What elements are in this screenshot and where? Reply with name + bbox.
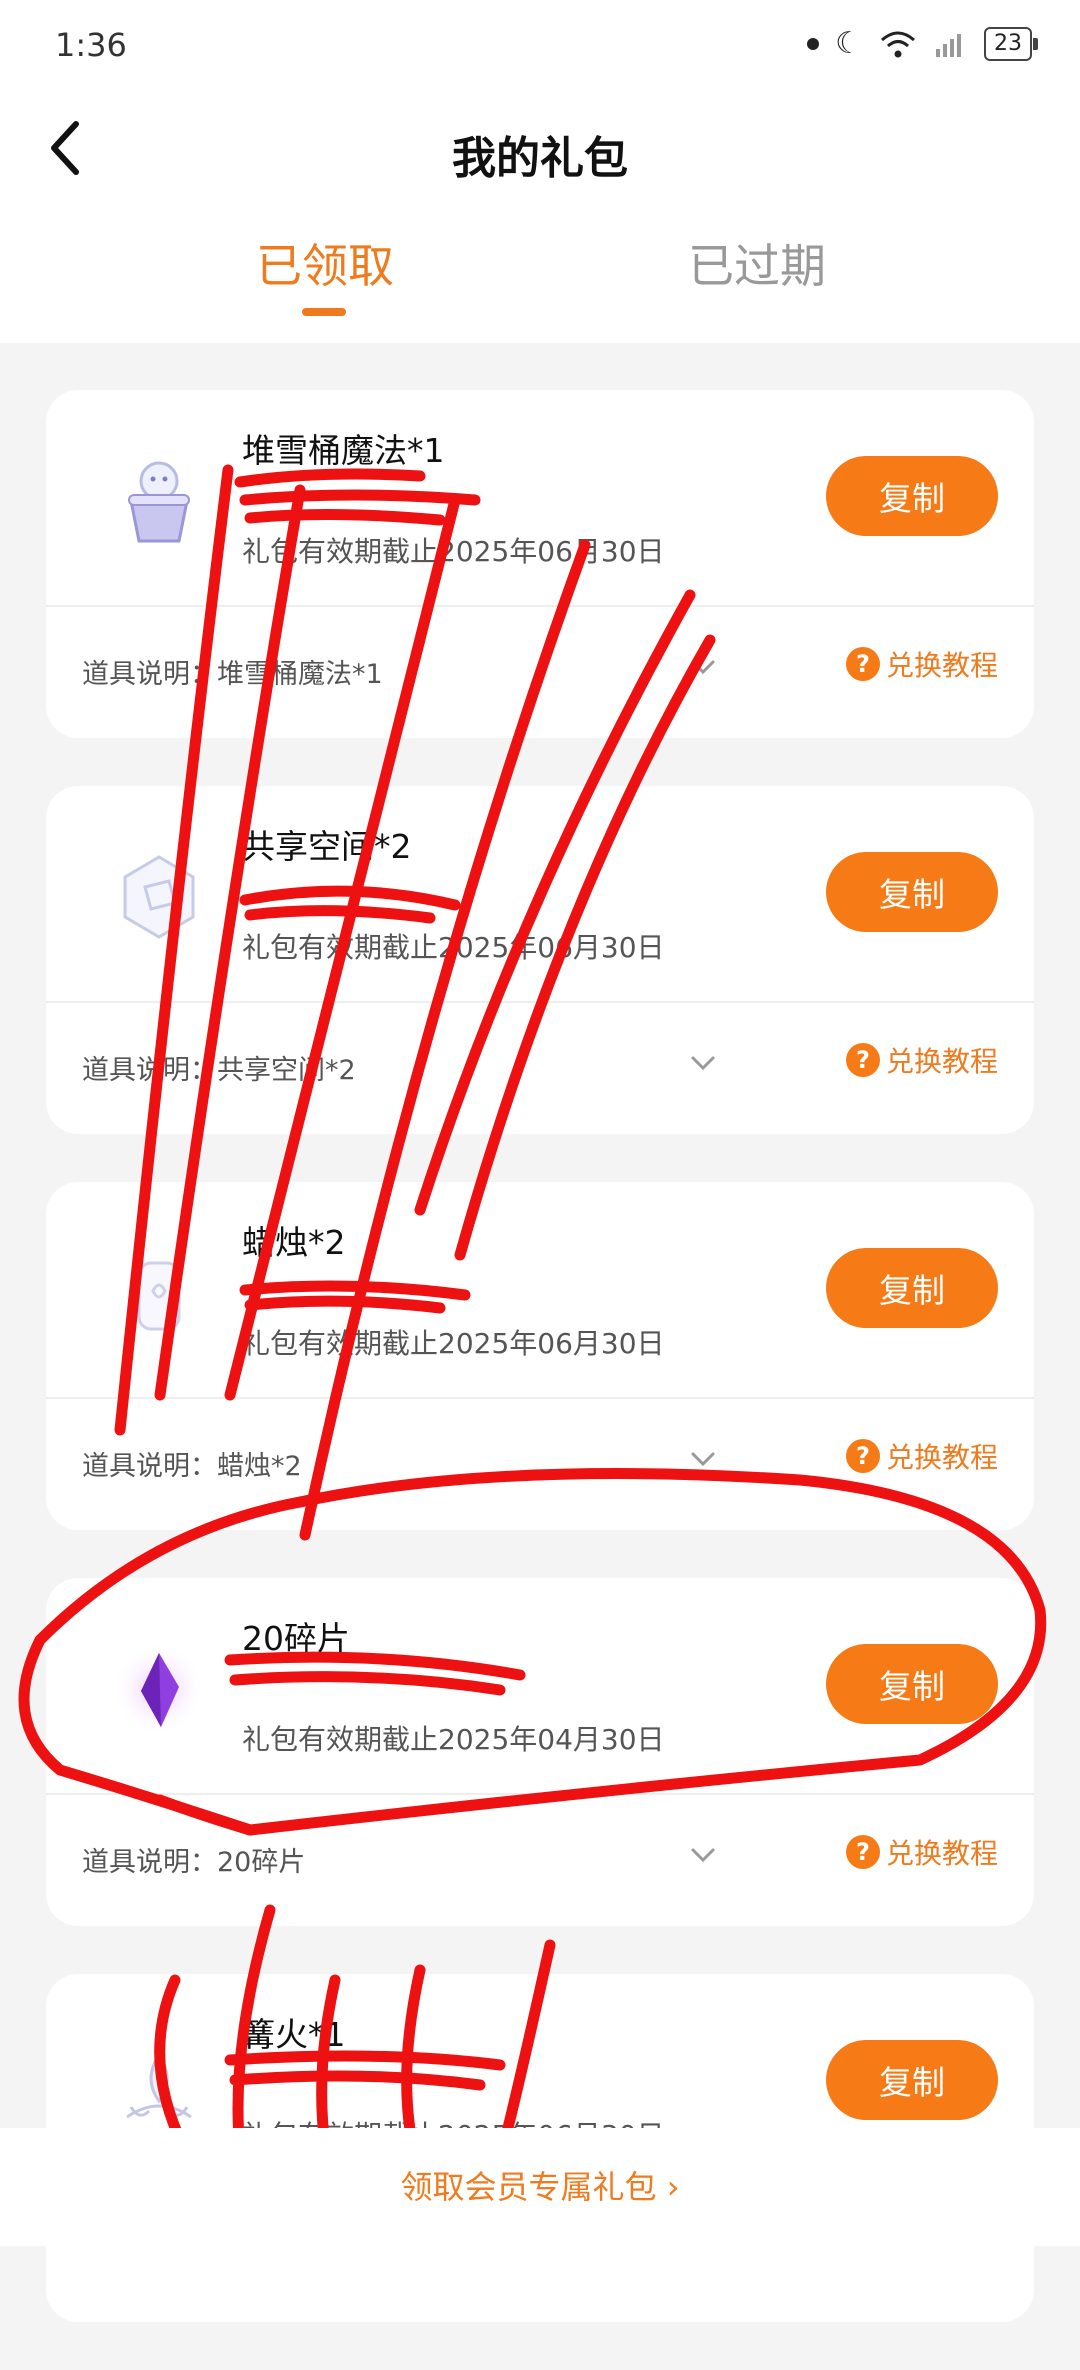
gift-expiry: 礼包有效期截止2025年06月30日 — [242, 1327, 665, 1360]
shared-space-icon — [104, 842, 214, 952]
battery-icon: 23 — [984, 26, 1038, 61]
chevron-down-icon[interactable] — [686, 650, 720, 684]
status-icons: ☾ 23 — [807, 26, 1038, 61]
gift-expiry: 礼包有效期截止2025年04月30日 — [242, 1723, 665, 1756]
bottom-bar: 领取会员专属礼包 › — [0, 2128, 1080, 2246]
gift-expiry: 礼包有效期截止2025年06月30日 — [242, 931, 665, 964]
question-icon: ? — [845, 1439, 880, 1473]
question-icon: ? — [845, 647, 880, 681]
divider — [46, 1793, 1034, 1795]
member-gift-label: 领取会员专属礼包 — [400, 2168, 657, 2206]
gift-list: 堆雪桶魔法*1 礼包有效期截止2025年06月30日 复制 道具说明：堆雪桶魔法… — [46, 390, 1034, 2370]
gift-name: 堆雪桶魔法*1 — [242, 431, 445, 470]
signal-icon — [936, 33, 961, 57]
copy-button[interactable]: 复制 — [826, 456, 998, 536]
tab-claimed[interactable]: 已领取 — [256, 230, 394, 296]
copy-button[interactable]: 复制 — [826, 1644, 998, 1724]
tutorial-label: 兑换教程 — [885, 1837, 998, 1870]
status-time: 1:36 — [55, 26, 127, 64]
campfire-icon — [104, 2030, 214, 2140]
header: 我的礼包 — [0, 90, 1080, 220]
copy-button[interactable]: 复制 — [826, 2040, 998, 2120]
gift-description: 道具说明：共享空间*2 — [82, 1055, 356, 1086]
redeem-tutorial-link[interactable]: ? 兑换教程 — [845, 1040, 998, 1080]
gift-card: 共享空间*2 礼包有效期截止2025年06月30日 复制 道具说明：共享空间*2… — [46, 786, 1034, 1134]
tutorial-label: 兑换教程 — [885, 1045, 998, 1078]
page-title: 我的礼包 — [452, 133, 628, 184]
candle-icon — [104, 1238, 214, 1348]
tab-expired[interactable]: 已过期 — [688, 230, 826, 296]
divider — [46, 1397, 1034, 1399]
wifi-icon — [881, 31, 915, 57]
member-gift-link[interactable]: 领取会员专属礼包 › — [0, 2162, 1080, 2208]
gift-name: 蜡烛*2 — [242, 1223, 346, 1262]
gift-name: 篝火*1 — [242, 2015, 346, 2054]
gift-name: 共享空间*2 — [242, 827, 412, 866]
redeem-tutorial-link[interactable]: ? 兑换教程 — [845, 1832, 998, 1872]
notification-dot-icon — [807, 37, 820, 50]
gift-card: 堆雪桶魔法*1 礼包有效期截止2025年06月30日 复制 道具说明：堆雪桶魔法… — [46, 390, 1034, 738]
tutorial-label: 兑换教程 — [885, 1441, 998, 1474]
gift-description: 道具说明：20碎片 — [82, 1847, 306, 1878]
copy-button[interactable]: 复制 — [826, 852, 998, 932]
gift-description: 道具说明：堆雪桶魔法*1 — [82, 659, 383, 690]
tutorial-label: 兑换教程 — [885, 649, 998, 682]
redeem-tutorial-link[interactable]: ? 兑换教程 — [845, 1436, 998, 1476]
question-icon: ? — [845, 1043, 880, 1077]
chevron-down-icon[interactable] — [686, 1046, 720, 1080]
gift-card: 蜡烛*2 礼包有效期截止2025年06月30日 复制 道具说明：蜡烛*2 ? 兑… — [46, 1182, 1034, 1530]
divider — [46, 1001, 1034, 1003]
redeem-tutorial-link[interactable]: ? 兑换教程 — [845, 644, 998, 684]
gift-expiry: 礼包有效期截止2025年06月30日 — [242, 535, 665, 568]
question-icon: ? — [845, 1835, 880, 1869]
gift-name: 20碎片 — [242, 1619, 350, 1658]
gift-card: 20碎片 礼包有效期截止2025年04月30日 复制 道具说明：20碎片 ? 兑… — [46, 1578, 1034, 1926]
gift-description: 道具说明：蜡烛*2 — [82, 1451, 302, 1482]
moon-icon: ☾ — [835, 26, 862, 61]
status-bar: 1:36 ☾ 23 — [0, 0, 1080, 90]
crystal-shard-icon — [104, 1634, 214, 1744]
chevron-right-icon: › — [666, 2168, 680, 2206]
snow-bucket-icon — [104, 446, 214, 556]
chevron-down-icon[interactable] — [686, 1838, 720, 1872]
divider — [46, 605, 1034, 607]
tab-active-indicator — [302, 308, 346, 316]
copy-button[interactable]: 复制 — [826, 1248, 998, 1328]
tab-bar: 已领取 已过期 — [0, 220, 1080, 343]
chevron-down-icon[interactable] — [686, 1442, 720, 1476]
